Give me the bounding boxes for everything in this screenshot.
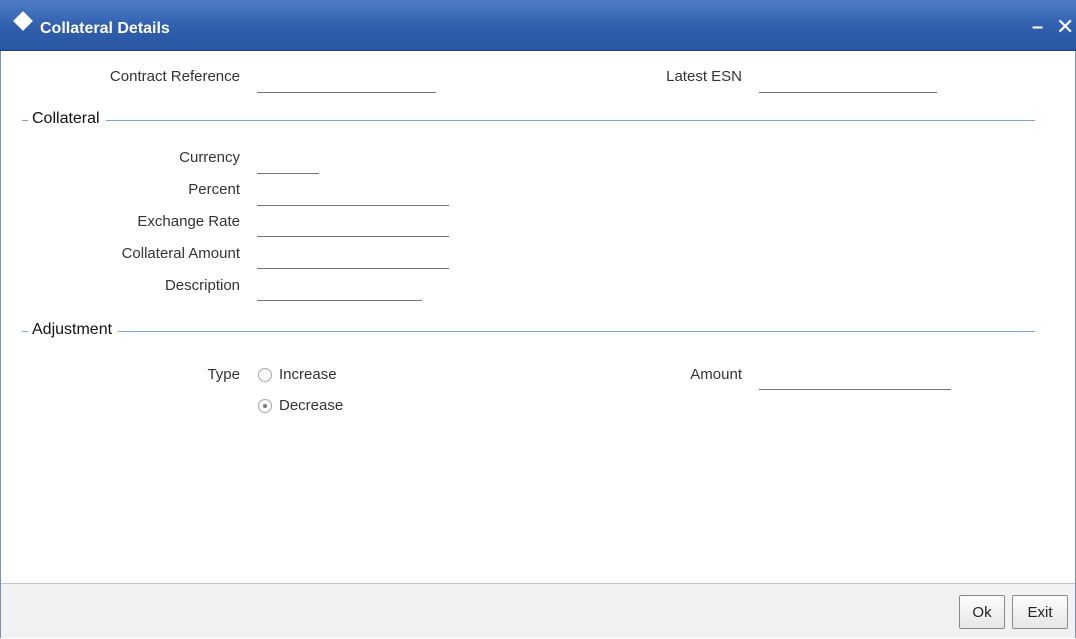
type-label: Type (207, 366, 240, 383)
type-decrease-label[interactable]: Decrease (279, 397, 343, 414)
collateral-divider-left (22, 120, 28, 121)
close-icon[interactable]: ✕ (1056, 14, 1074, 40)
exchange-rate-field[interactable] (257, 216, 449, 237)
adjustment-divider (118, 331, 1035, 332)
exchange-rate-label: Exchange Rate (137, 213, 240, 230)
dialog-body (0, 51, 1076, 638)
adjustment-divider-left (22, 331, 28, 332)
description-field[interactable] (257, 280, 422, 301)
currency-field[interactable] (257, 153, 319, 174)
currency-label: Currency (179, 149, 240, 166)
amount-label: Amount (690, 366, 742, 383)
exit-button[interactable]: Exit (1012, 595, 1068, 629)
title-bar: Collateral Details – ✕ (0, 0, 1076, 51)
collateral-amount-field[interactable] (257, 248, 449, 269)
description-label: Description (164, 277, 240, 294)
collateral-legend: Collateral (30, 110, 106, 128)
diamond-icon (13, 11, 33, 31)
contract-reference-label: Contract Reference (109, 68, 240, 85)
type-increase-radio[interactable] (258, 368, 272, 382)
adjustment-legend: Adjustment (30, 321, 119, 339)
window-title: Collateral Details (40, 20, 170, 37)
minimize-icon[interactable]: – (1032, 16, 1043, 39)
latest-esn-label: Latest ESN (666, 68, 742, 85)
collateral-amount-label: Collateral Amount (121, 245, 240, 262)
latest-esn-field[interactable] (759, 72, 937, 93)
ok-button[interactable]: Ok (959, 595, 1005, 629)
amount-field[interactable] (759, 369, 951, 390)
percent-field[interactable] (257, 185, 449, 206)
type-decrease-radio[interactable] (258, 399, 272, 413)
percent-label: Percent (188, 181, 240, 198)
type-increase-label[interactable]: Increase (279, 366, 337, 383)
collateral-divider (102, 120, 1035, 121)
footer-bar: Ok Exit (1, 583, 1075, 638)
contract-reference-field[interactable] (257, 72, 436, 93)
